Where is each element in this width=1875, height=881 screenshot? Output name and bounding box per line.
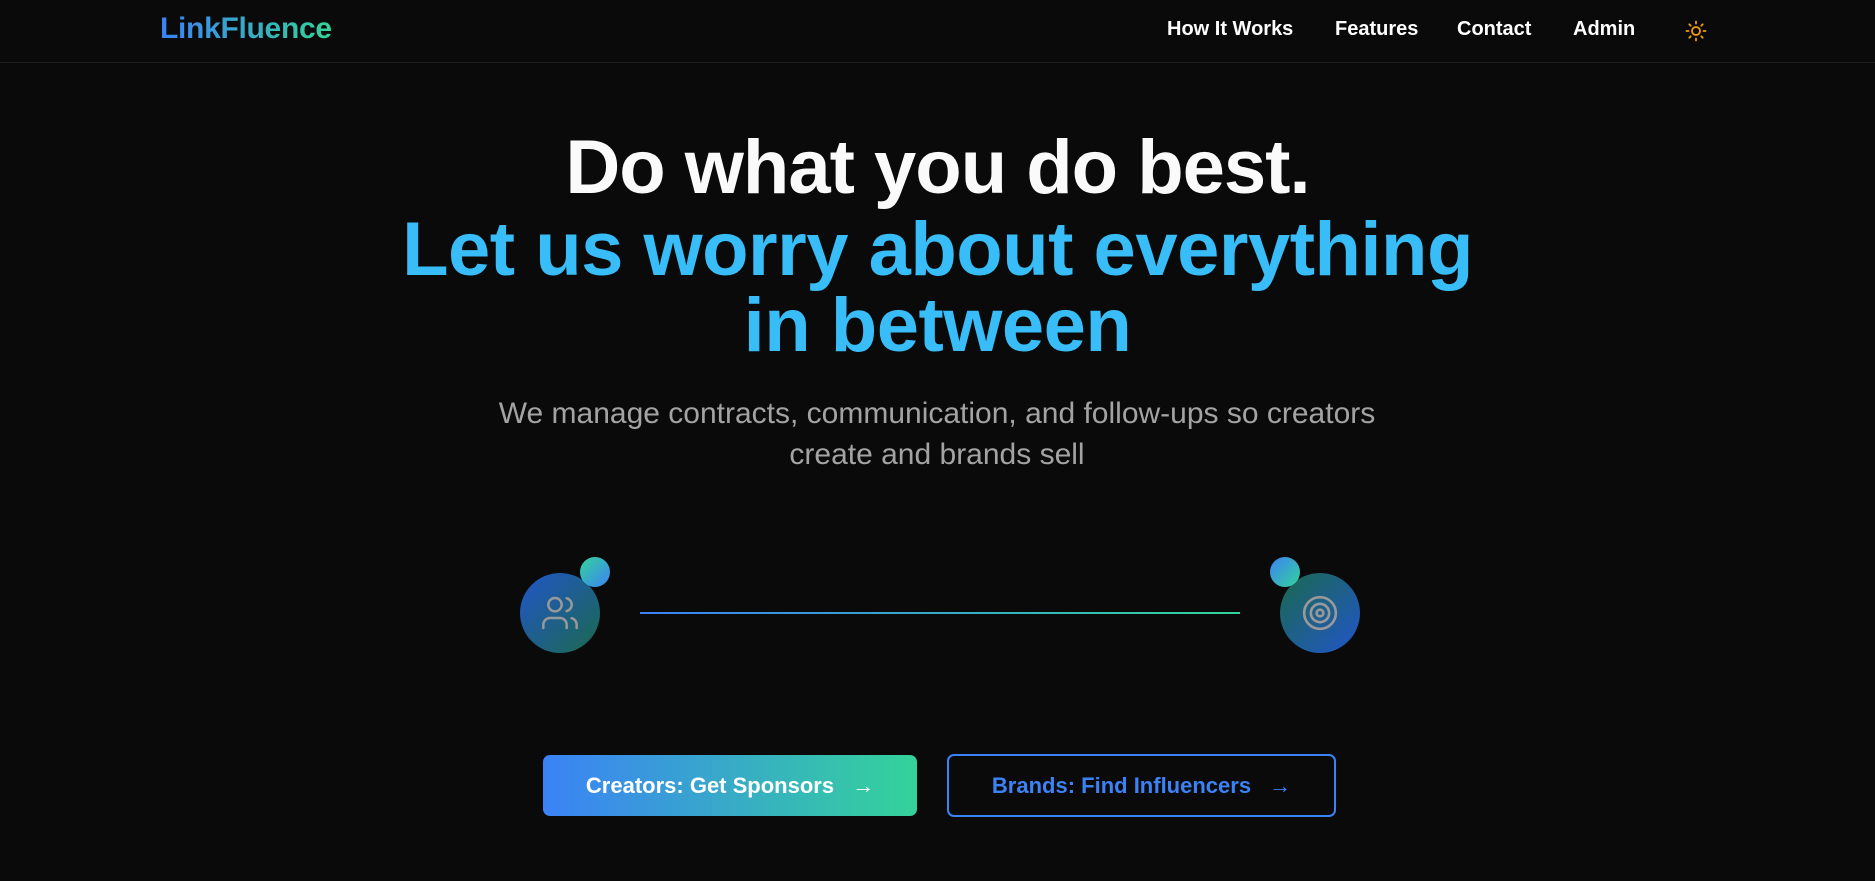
hero-description-line-2: create and brands sell bbox=[789, 438, 1085, 471]
top-navbar: LinkFluence How It Works Features Contac… bbox=[0, 0, 1875, 63]
hero-subtitle-line-2: in between bbox=[743, 283, 1132, 368]
hero-subtitle-line-1: Let us worry about everything bbox=[402, 207, 1473, 292]
hero-subtitle: Let us worry about everything in between bbox=[0, 212, 1875, 364]
creators-node-indicator bbox=[580, 557, 610, 587]
target-icon bbox=[1302, 595, 1338, 631]
hero-description-line-1: We manage contracts, communication, and … bbox=[498, 397, 1376, 430]
hero-title: Do what you do best. bbox=[565, 125, 1310, 210]
users-icon bbox=[542, 596, 578, 630]
connector-line bbox=[640, 612, 1240, 614]
creators-get-sponsors-button[interactable]: Creators: Get Sponsors → bbox=[543, 755, 917, 816]
hero-description: We manage contracts, communication, and … bbox=[437, 393, 1437, 475]
creators-button-label: Creators: Get Sponsors bbox=[585, 772, 835, 798]
brands-button-label: Brands: Find Influencers bbox=[991, 772, 1252, 798]
sun-icon bbox=[1685, 20, 1707, 42]
theme-toggle-button[interactable] bbox=[1684, 19, 1708, 43]
arrow-right-icon: → bbox=[1269, 772, 1292, 798]
nav-link-features[interactable]: Features bbox=[1335, 18, 1418, 41]
nav-link-admin[interactable]: Admin bbox=[1573, 18, 1635, 41]
nav-links: How It Works Features Contact Admin bbox=[0, 18, 1875, 46]
brands-find-influencers-button[interactable]: Brands: Find Influencers → bbox=[947, 754, 1336, 817]
nav-link-contact[interactable]: Contact bbox=[1457, 18, 1531, 41]
nav-link-how-it-works[interactable]: How It Works bbox=[1167, 18, 1293, 41]
brands-node-indicator bbox=[1270, 557, 1300, 587]
arrow-right-icon: → bbox=[852, 772, 875, 798]
